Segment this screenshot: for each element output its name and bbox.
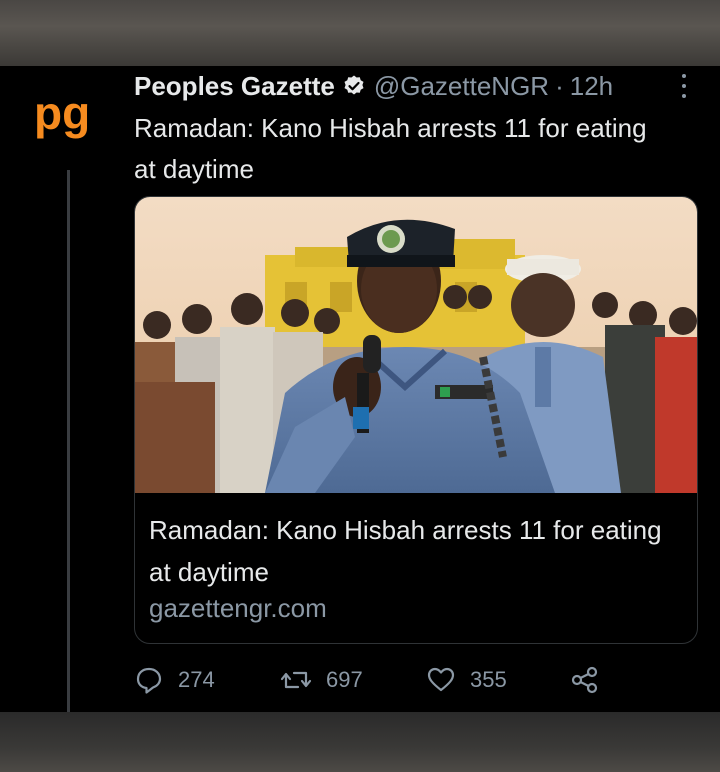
blurred-bottom-background bbox=[0, 712, 720, 772]
retweet-icon bbox=[280, 671, 312, 689]
avatar[interactable]: pg bbox=[30, 90, 104, 144]
author-name[interactable]: Peoples Gazette bbox=[134, 71, 335, 102]
reply-count: 274 bbox=[178, 667, 215, 692]
share-icon bbox=[571, 666, 598, 694]
retweet-button[interactable]: 697 bbox=[280, 660, 363, 700]
author-handle[interactable]: @GazetteNGR bbox=[374, 71, 549, 102]
like-count: 355 bbox=[470, 667, 507, 692]
peoples-gazette-logo-icon: pg bbox=[34, 91, 90, 139]
verified-badge-icon bbox=[342, 74, 366, 98]
timestamp[interactable]: 12h bbox=[570, 71, 613, 102]
share-button[interactable] bbox=[570, 660, 614, 700]
tweet-text: Ramadan: Kano Hisbah arrests 11 for eati… bbox=[134, 113, 647, 184]
reply-icon bbox=[136, 667, 162, 694]
more-options-icon[interactable] bbox=[676, 74, 692, 98]
tweet-actions: 274 697 355 bbox=[134, 660, 634, 700]
card-domain[interactable]: gazettengr.com bbox=[149, 593, 327, 624]
retweet-count: 697 bbox=[326, 667, 363, 692]
svg-text:pg: pg bbox=[34, 91, 90, 139]
link-card[interactable]: Ramadan: Kano Hisbah arrests 11 for eati… bbox=[134, 196, 698, 644]
card-image[interactable] bbox=[135, 197, 697, 493]
card-title[interactable]: Ramadan: Kano Hisbah arrests 11 for eati… bbox=[149, 509, 679, 593]
like-button[interactable]: 355 bbox=[426, 660, 507, 700]
reply-button[interactable]: 274 bbox=[134, 660, 215, 700]
hisbah-officer-photo-icon bbox=[135, 197, 697, 493]
tweet[interactable]: pg Peoples Gazette @GazetteNGR · 12h Ram… bbox=[0, 66, 720, 712]
blurred-top-background bbox=[0, 0, 720, 66]
thread-line bbox=[67, 170, 70, 712]
tweet-header: Peoples Gazette @GazetteNGR · 12h bbox=[134, 68, 613, 104]
separator-dot: · bbox=[555, 70, 564, 101]
heart-icon bbox=[427, 667, 455, 692]
